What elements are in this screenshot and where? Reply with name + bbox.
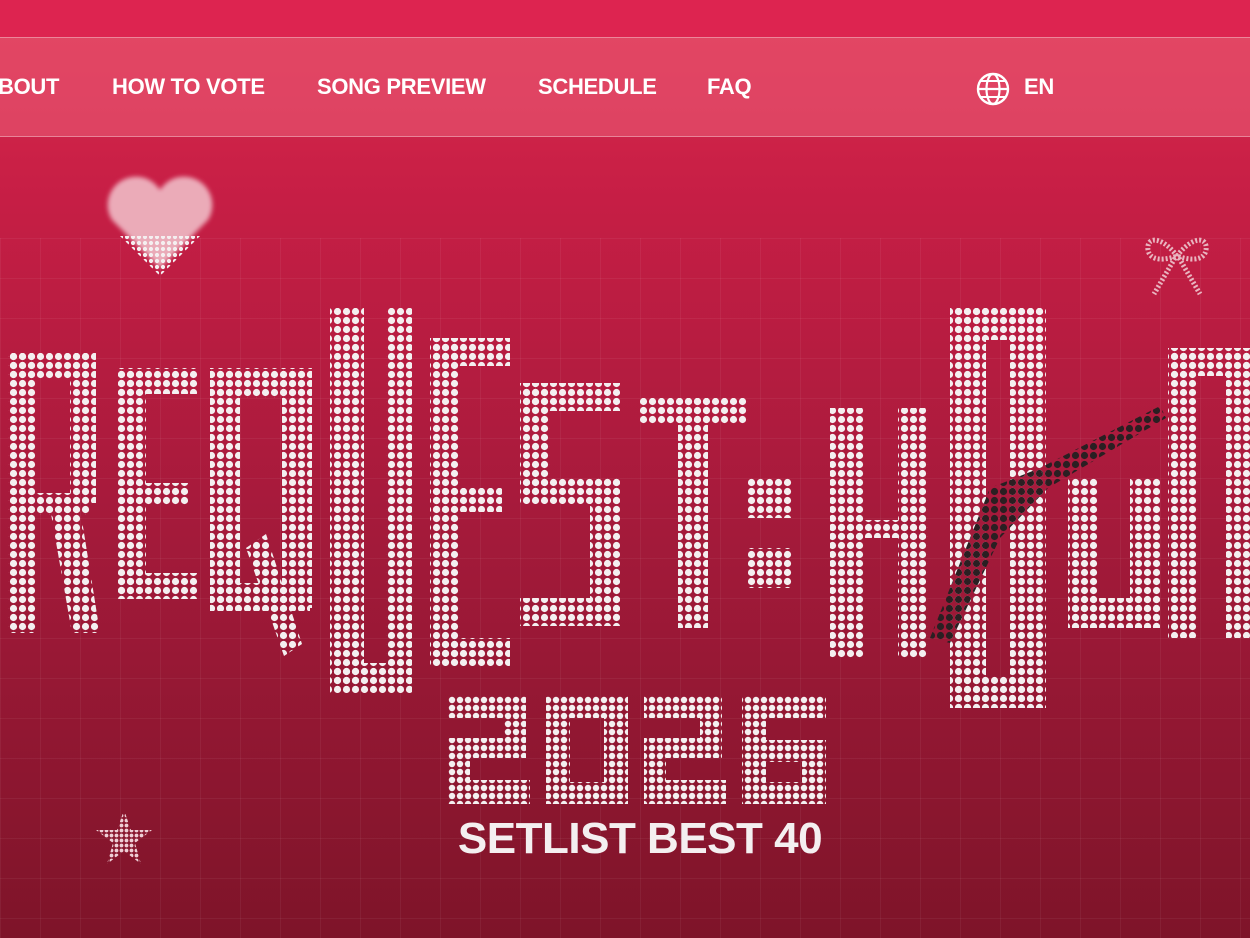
- language-selector[interactable]: EN: [1024, 74, 1054, 100]
- hero-subtitle: SETLIST BEST 40: [457, 814, 823, 863]
- hero-banner: SETLIST BEST 40: [0, 138, 1250, 938]
- hero-year: [448, 696, 826, 804]
- hero-title-logo: [8, 308, 1250, 708]
- main-nav: BOUT HOW TO VOTE SONG PREVIEW SCHEDULE F…: [0, 37, 1250, 137]
- heart-icon: [107, 176, 213, 276]
- nav-item-song-preview[interactable]: SONG PREVIEW: [317, 74, 486, 100]
- ribbon-icon: [1145, 237, 1209, 296]
- nav-item-how-to-vote[interactable]: HOW TO VOTE: [112, 74, 265, 100]
- top-strip: [0, 0, 1250, 37]
- nav-item-faq[interactable]: FAQ: [707, 74, 752, 100]
- nav-item-schedule[interactable]: SCHEDULE: [538, 74, 657, 100]
- nav-item-about[interactable]: BOUT: [0, 74, 59, 100]
- globe-icon[interactable]: [975, 71, 1011, 107]
